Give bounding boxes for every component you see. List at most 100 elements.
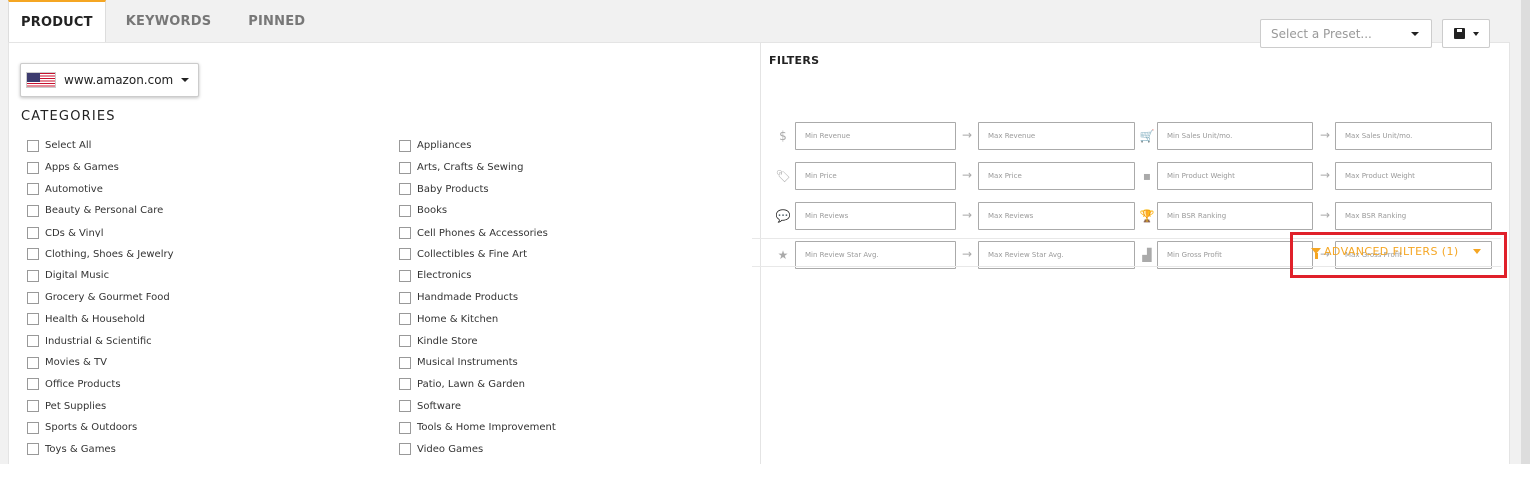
- category-checkbox[interactable]: [399, 335, 411, 348]
- chevron-down-icon: [1472, 249, 1481, 254]
- filter-max-input[interactable]: Max Price: [978, 162, 1135, 190]
- category-item[interactable]: Digital Music: [27, 265, 174, 287]
- category-checkbox[interactable]: [27, 269, 39, 282]
- category-item[interactable]: Select All: [27, 135, 174, 157]
- category-checkbox[interactable]: [399, 378, 411, 391]
- category-checkbox[interactable]: [399, 313, 411, 326]
- category-item[interactable]: Pet Supplies: [27, 395, 174, 417]
- filter-max-input[interactable]: Max Review Star Avg.: [978, 241, 1135, 269]
- category-checkbox[interactable]: [399, 443, 411, 456]
- category-checkbox[interactable]: [27, 313, 39, 326]
- category-item[interactable]: Kindle Store: [399, 330, 556, 352]
- category-checkbox[interactable]: [399, 421, 411, 434]
- category-item[interactable]: Home & Kitchen: [399, 309, 556, 331]
- weight-icon: ▪: [1142, 169, 1152, 183]
- filter-max-input[interactable]: Max Sales Unit/mo.: [1335, 122, 1492, 150]
- tab-keywords[interactable]: KEYWORDS: [106, 0, 231, 43]
- category-item[interactable]: Beauty & Personal Care: [27, 200, 174, 222]
- category-item[interactable]: Baby Products: [399, 178, 556, 200]
- category-checkbox[interactable]: [27, 421, 39, 434]
- category-item[interactable]: Movies & TV: [27, 352, 174, 374]
- category-checkbox[interactable]: [399, 248, 411, 261]
- category-label: Handmade Products: [417, 292, 519, 304]
- category-item[interactable]: Office Products: [27, 374, 174, 396]
- filter-min-input[interactable]: Min Revenue: [795, 122, 956, 150]
- category-item[interactable]: Electronics: [399, 265, 556, 287]
- arrow-right-icon: →: [1319, 208, 1331, 222]
- filter-min-input[interactable]: Min Price: [795, 162, 956, 190]
- category-checkbox[interactable]: [399, 139, 411, 152]
- category-label: Industrial & Scientific: [45, 335, 152, 347]
- save-icon: [1453, 28, 1465, 39]
- category-label: Beauty & Personal Care: [45, 205, 164, 217]
- category-checkbox[interactable]: [27, 248, 39, 261]
- advanced-filters-toggle[interactable]: ADVANCED FILTERS (1): [1311, 245, 1481, 259]
- page-scrollbar[interactable]: [1510, 0, 1530, 494]
- tab-product[interactable]: PRODUCT: [8, 0, 106, 43]
- category-label: Musical Instruments: [417, 357, 518, 369]
- category-checkbox[interactable]: [27, 400, 39, 413]
- filter-max-input[interactable]: Max Reviews: [978, 202, 1135, 230]
- category-item[interactable]: Arts, Crafts & Sewing: [399, 157, 556, 179]
- category-checkbox[interactable]: [399, 291, 411, 304]
- tab-pinned[interactable]: PINNED: [230, 0, 324, 43]
- preset-placeholder: Select a Preset...: [1271, 26, 1372, 41]
- category-item[interactable]: Collectibles & Fine Art: [399, 243, 556, 265]
- category-item[interactable]: Video Games: [399, 439, 556, 461]
- bar-chart-icon: ▟: [1142, 248, 1152, 262]
- category-checkbox[interactable]: [399, 183, 411, 196]
- category-checkbox[interactable]: [399, 161, 411, 174]
- section-divider: [760, 43, 761, 464]
- marketplace-dropdown[interactable]: www.amazon.com: [20, 63, 199, 97]
- category-item[interactable]: Health & Household: [27, 309, 174, 331]
- category-item[interactable]: Grocery & Gourmet Food: [27, 287, 174, 309]
- category-item[interactable]: Cell Phones & Accessories: [399, 222, 556, 244]
- filter-min-input[interactable]: Min Product Weight: [1157, 162, 1313, 190]
- filter-max-input[interactable]: Max BSR Ranking: [1335, 202, 1492, 230]
- category-item[interactable]: Apps & Games: [27, 157, 174, 179]
- category-checkbox[interactable]: [27, 183, 39, 196]
- preset-select[interactable]: Select a Preset...: [1260, 19, 1432, 48]
- category-checkbox[interactable]: [27, 335, 39, 348]
- category-checkbox[interactable]: [27, 226, 39, 239]
- category-label: CDs & Vinyl: [45, 228, 104, 238]
- comments-icon: 💬: [775, 209, 791, 223]
- category-item[interactable]: Handmade Products: [399, 287, 556, 309]
- filter-min-input[interactable]: Min Reviews: [795, 202, 956, 230]
- category-checkbox[interactable]: [399, 204, 411, 217]
- category-checkbox[interactable]: [27, 139, 39, 152]
- category-item[interactable]: Books: [399, 200, 556, 222]
- category-label: Sports & Outdoors: [45, 422, 138, 434]
- category-item[interactable]: CDs & Vinyl: [27, 222, 174, 244]
- category-checkbox[interactable]: [399, 400, 411, 413]
- category-label: Video Games: [417, 443, 484, 455]
- filter-max-input[interactable]: Max Revenue: [978, 122, 1135, 150]
- category-checkbox[interactable]: [399, 226, 411, 239]
- category-item[interactable]: Toys & Games: [27, 439, 174, 461]
- category-item[interactable]: Patio, Lawn & Garden: [399, 374, 556, 396]
- category-item[interactable]: Automotive: [27, 178, 174, 200]
- category-checkbox[interactable]: [27, 204, 39, 217]
- advanced-filters-highlight: ADVANCED FILTERS (1): [1290, 232, 1507, 278]
- category-checkbox[interactable]: [399, 269, 411, 282]
- category-checkbox[interactable]: [27, 291, 39, 304]
- category-checkbox[interactable]: [27, 161, 39, 174]
- filter-min-input[interactable]: Min Review Star Avg.: [795, 241, 956, 269]
- category-item[interactable]: Software: [399, 395, 556, 417]
- category-checkbox[interactable]: [399, 356, 411, 369]
- category-checkbox[interactable]: [27, 443, 39, 456]
- filter-max-input[interactable]: Max Product Weight: [1335, 162, 1492, 190]
- category-item[interactable]: Industrial & Scientific: [27, 330, 174, 352]
- arrow-right-icon: →: [961, 168, 973, 182]
- category-item[interactable]: Musical Instruments: [399, 352, 556, 374]
- category-item[interactable]: Sports & Outdoors: [27, 417, 174, 439]
- category-item[interactable]: Clothing, Shoes & Jewelry: [27, 243, 174, 265]
- save-preset-button[interactable]: [1442, 19, 1490, 48]
- category-checkbox[interactable]: [27, 378, 39, 391]
- category-checkbox[interactable]: [27, 356, 39, 369]
- filter-min-input[interactable]: Min Sales Unit/mo.: [1157, 122, 1313, 150]
- category-label: Apps & Games: [45, 162, 119, 174]
- filter-min-input[interactable]: Min BSR Ranking: [1157, 202, 1313, 230]
- category-item[interactable]: Appliances: [399, 135, 556, 157]
- category-item[interactable]: Tools & Home Improvement: [399, 417, 556, 439]
